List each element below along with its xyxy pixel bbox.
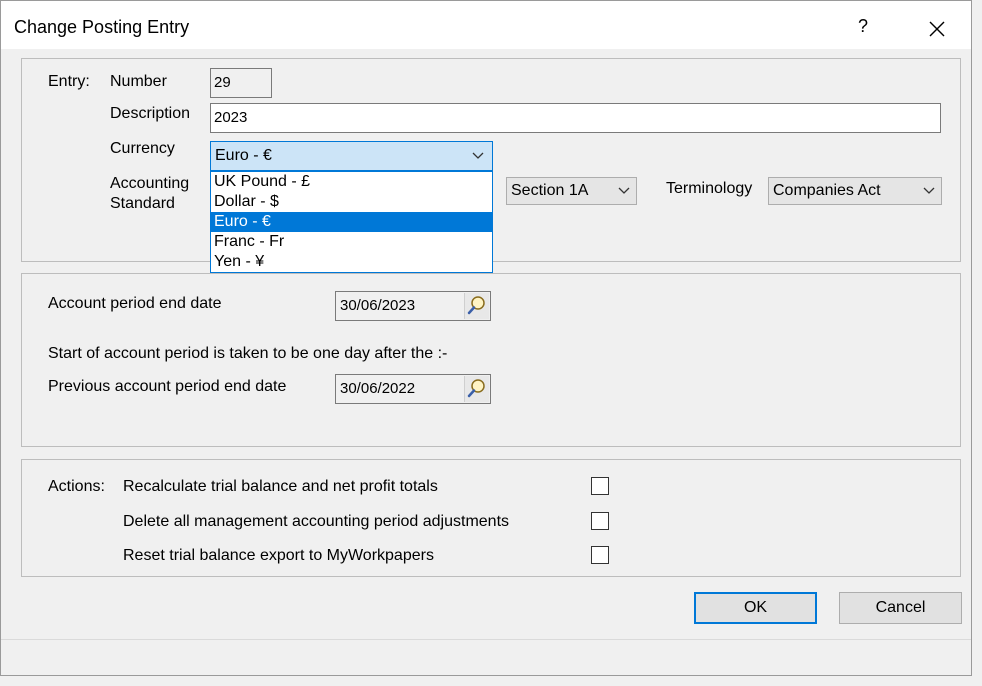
end-date-value: 30/06/2023 [340, 297, 416, 314]
currency-label: Currency [110, 140, 175, 157]
start-period-note: Start of account period is taken to be o… [48, 345, 448, 362]
accounting-standard-select[interactable]: Section 1A [506, 177, 637, 205]
currency-option-yen[interactable]: Yen - ¥ [211, 252, 492, 272]
number-label: Number [110, 73, 167, 90]
currency-select[interactable]: Euro - € [210, 141, 493, 171]
chevron-down-icon [618, 187, 630, 194]
dialog-window: Change Posting Entry ? Entry: Number 29 … [0, 0, 972, 676]
number-field[interactable]: 29 [210, 68, 272, 98]
description-label: Description [110, 105, 191, 122]
terminology-label: Terminology [666, 180, 753, 197]
action-label-delete-adjustments: Delete all management accounting period … [123, 513, 510, 530]
title-bar: Change Posting Entry ? [1, 1, 971, 49]
action-label-reset-export: Reset trial balance export to MyWorkpape… [123, 547, 434, 564]
currency-option-uk-pound[interactable]: UK Pound - £ [211, 172, 492, 192]
prev-end-date-label: Previous account period end date [48, 378, 287, 395]
ok-button[interactable]: OK [694, 592, 817, 624]
action-label-recalculate: Recalculate trial balance and net profit… [123, 478, 438, 495]
magnifier-icon [467, 379, 485, 398]
entry-group-label: Entry: [48, 73, 90, 90]
currency-option-franc[interactable]: Franc - Fr [211, 232, 492, 252]
action-checkbox-reset-export[interactable] [591, 546, 609, 564]
description-field[interactable]: 2023 [210, 103, 941, 133]
status-separator [1, 639, 971, 640]
terminology-select[interactable]: Companies Act [768, 177, 942, 205]
end-date-lookup-button[interactable] [464, 293, 489, 319]
terminology-value: Companies Act [773, 182, 881, 199]
currency-dropdown-list: UK Pound - £ Dollar - $ Euro - € Franc -… [210, 171, 493, 273]
accounting-standard-label-line1: Accounting [110, 175, 190, 192]
close-icon[interactable] [923, 15, 951, 43]
chevron-down-icon [472, 152, 484, 159]
action-checkbox-delete-adjustments[interactable] [591, 512, 609, 530]
currency-value: Euro - € [215, 147, 272, 164]
actions-group-label: Actions: [48, 478, 105, 495]
chevron-down-icon [923, 187, 935, 194]
dialog-title: Change Posting Entry [14, 17, 190, 37]
action-checkbox-recalculate[interactable] [591, 477, 609, 495]
prev-end-date-value: 30/06/2022 [340, 380, 416, 397]
end-date-label: Account period end date [48, 295, 222, 312]
currency-option-dollar[interactable]: Dollar - $ [211, 192, 492, 212]
end-date-field[interactable]: 30/06/2023 [335, 291, 491, 321]
cancel-button[interactable]: Cancel [839, 592, 962, 624]
prev-end-date-lookup-button[interactable] [464, 376, 489, 402]
prev-end-date-field[interactable]: 30/06/2022 [335, 374, 491, 404]
accounting-standard-label-line2: Standard [110, 195, 175, 212]
magnifier-icon [467, 296, 485, 315]
accounting-standard-value: Section 1A [511, 182, 589, 199]
currency-option-euro[interactable]: Euro - € [211, 212, 492, 232]
help-button[interactable]: ? [858, 16, 868, 37]
